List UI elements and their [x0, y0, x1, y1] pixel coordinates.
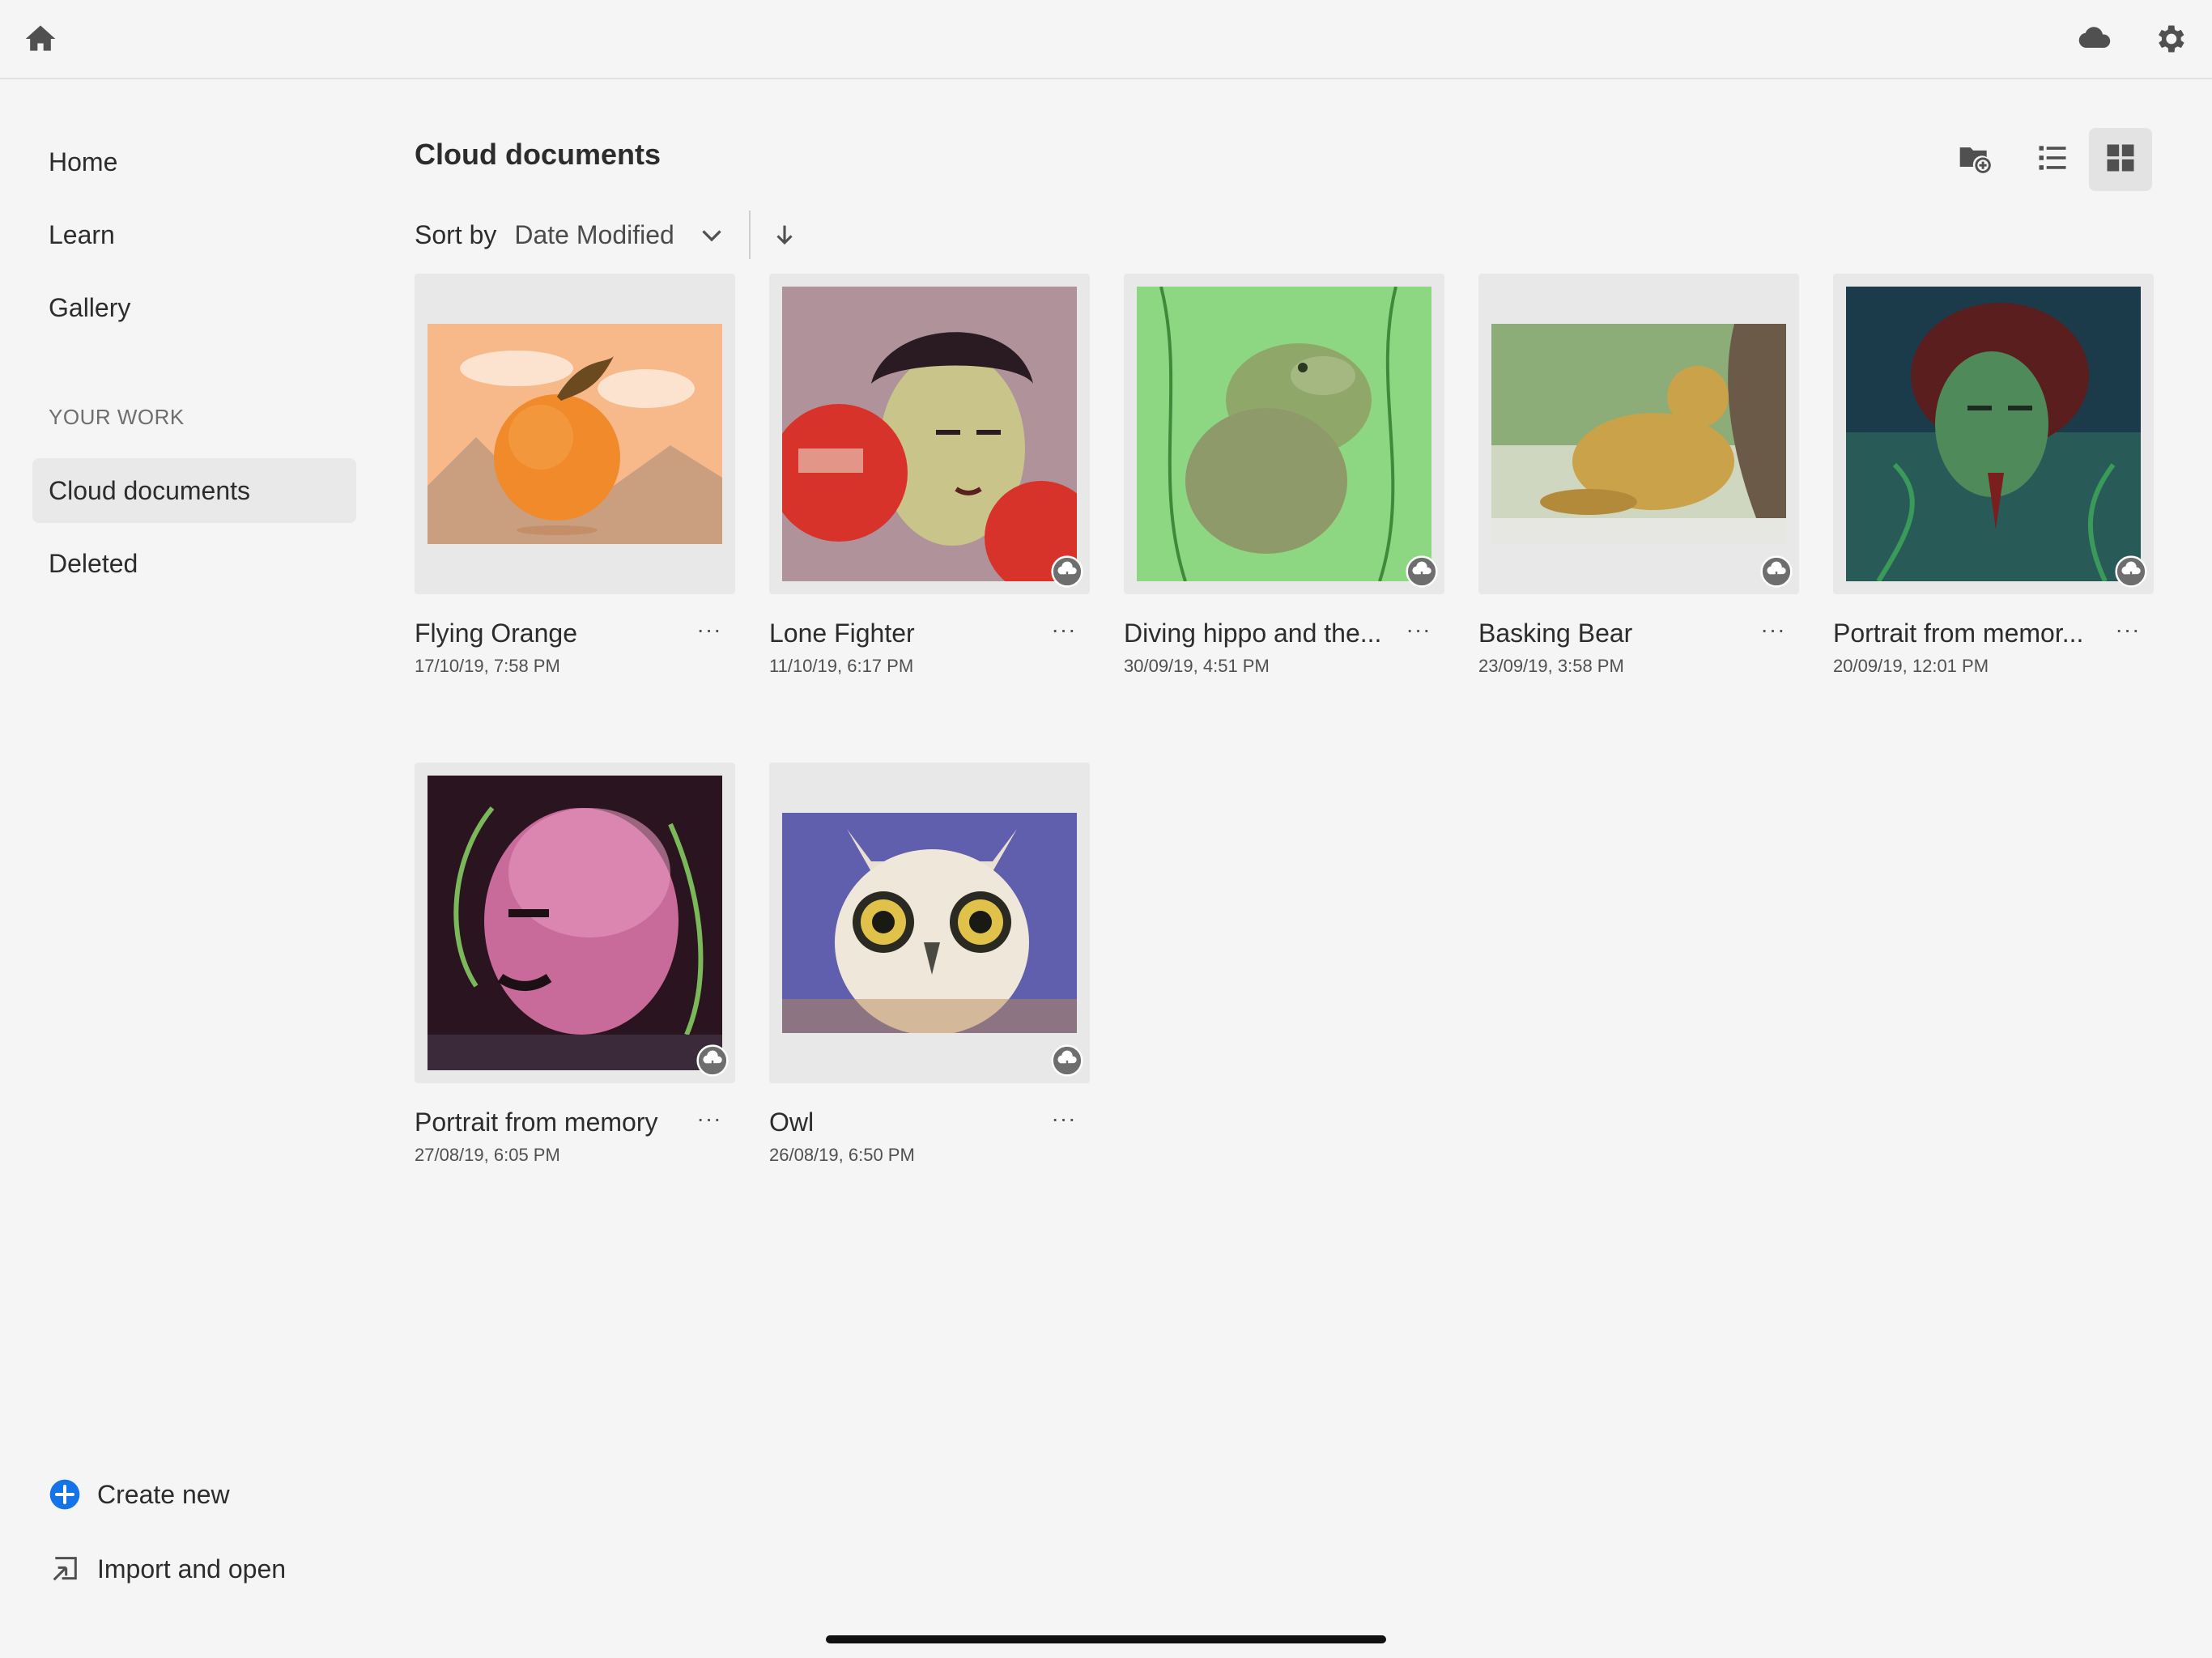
document-title: Basking Bear	[1478, 619, 1633, 648]
document-date: 20/09/19, 12:01 PM	[1833, 656, 1989, 676]
document-thumbnail[interactable]	[769, 274, 1090, 594]
section-label-your-work: YOUR WORK	[49, 405, 185, 429]
document-card[interactable]: Lone Fighter 11/10/19, 6:17 PM ···	[769, 274, 1090, 677]
plus-circle-icon	[49, 1478, 81, 1511]
artwork-diving-hippo	[1137, 287, 1431, 581]
create-new-label: Create new	[97, 1479, 230, 1509]
sidebar-item-cloud-documents[interactable]: Cloud documents	[32, 458, 356, 523]
document-card[interactable]: Diving hippo and the... 30/09/19, 4:51 P…	[1124, 274, 1444, 677]
cloud-badge-icon	[696, 1044, 729, 1077]
more-options-button[interactable]: ···	[1757, 614, 1789, 646]
sidebar-item-home[interactable]: Home	[32, 130, 356, 194]
more-options-button[interactable]: ···	[1402, 614, 1435, 646]
document-card[interactable]: Owl 26/08/19, 6:50 PM ···	[769, 763, 1090, 1166]
top-bar	[0, 0, 2212, 79]
document-title: Lone Fighter	[769, 619, 915, 648]
sidebar-item-learn[interactable]: Learn	[32, 202, 356, 267]
more-options-button[interactable]: ···	[693, 614, 725, 646]
cloud-badge-icon	[1051, 1044, 1083, 1077]
document-title: Diving hippo and the...	[1124, 619, 1382, 648]
artwork-flying-orange	[428, 324, 722, 544]
sort-dropdown[interactable]: Date Modified	[514, 220, 674, 250]
document-date: 30/09/19, 4:51 PM	[1124, 656, 1270, 676]
artwork-owl	[782, 813, 1077, 1033]
arrow-down-icon[interactable]	[768, 219, 801, 251]
cloud-badge-icon	[1760, 555, 1793, 588]
document-date: 27/08/19, 6:05 PM	[415, 1145, 560, 1165]
page-title: Cloud documents	[415, 138, 661, 171]
document-title: Portrait from memor...	[1833, 619, 2084, 648]
document-thumbnail[interactable]	[1478, 274, 1799, 594]
document-title: Owl	[769, 1107, 815, 1137]
artwork-portrait-green	[1846, 287, 2141, 581]
artwork-portrait-pink	[428, 776, 722, 1070]
artwork-lone-fighter	[782, 287, 1077, 581]
document-thumbnail[interactable]	[415, 274, 735, 594]
gear-icon[interactable]	[2150, 19, 2189, 58]
sidebar-item-label: Learn	[49, 220, 115, 249]
document-thumbnail[interactable]	[415, 763, 735, 1083]
document-title: Portrait from memory	[415, 1107, 658, 1137]
document-date: 23/09/19, 3:58 PM	[1478, 656, 1624, 676]
document-card[interactable]: Portrait from memor... 20/09/19, 12:01 P…	[1833, 274, 2154, 677]
document-title: Flying Orange	[415, 619, 577, 648]
more-options-button[interactable]: ···	[1048, 614, 1080, 646]
document-date: 26/08/19, 6:50 PM	[769, 1145, 915, 1165]
list-view-icon	[2035, 140, 2070, 180]
import-icon	[49, 1553, 81, 1585]
cloud-badge-icon	[1051, 555, 1083, 588]
sidebar-item-gallery[interactable]: Gallery	[32, 275, 356, 340]
sidebar: Home Learn Gallery YOUR WORK Cloud docum…	[0, 79, 381, 1658]
create-new-button[interactable]: Create new	[49, 1470, 230, 1519]
more-options-button[interactable]: ···	[693, 1103, 725, 1135]
import-and-open-button[interactable]: Import and open	[49, 1545, 286, 1593]
document-card[interactable]: Basking Bear 23/09/19, 3:58 PM ···	[1478, 274, 1799, 677]
sort-control: Sort by Date Modified	[415, 210, 801, 259]
import-and-open-label: Import and open	[97, 1554, 287, 1584]
new-folder-icon	[1957, 140, 1993, 180]
document-thumbnail[interactable]	[769, 763, 1090, 1083]
sidebar-item-label: Cloud documents	[49, 476, 251, 505]
sidebar-item-label: Gallery	[49, 293, 131, 322]
artwork-basking-bear	[1491, 324, 1786, 544]
sidebar-item-deleted[interactable]: Deleted	[32, 531, 356, 596]
document-thumbnail[interactable]	[1124, 274, 1444, 594]
home-indicator[interactable]	[826, 1635, 1386, 1643]
new-folder-button[interactable]	[1943, 128, 2006, 191]
home-icon[interactable]	[21, 19, 60, 58]
document-date: 11/10/19, 6:17 PM	[769, 656, 914, 676]
sort-label: Sort by	[415, 219, 497, 249]
cloud-badge-icon	[1406, 555, 1438, 588]
sidebar-item-label: Home	[49, 147, 118, 176]
more-options-button[interactable]: ···	[2112, 614, 2144, 646]
document-card[interactable]: Flying Orange 17/10/19, 7:58 PM ···	[415, 274, 735, 677]
document-date: 17/10/19, 7:58 PM	[415, 656, 560, 676]
cloud-badge-icon	[2115, 555, 2147, 588]
cloud-icon[interactable]	[2074, 19, 2113, 58]
grid-view-icon	[2103, 140, 2138, 180]
more-options-button[interactable]: ···	[1048, 1103, 1080, 1135]
chevron-down-icon[interactable]	[696, 219, 728, 251]
document-thumbnail[interactable]	[1833, 274, 2154, 594]
sidebar-item-label: Deleted	[49, 549, 138, 578]
grid-view-button[interactable]	[2089, 128, 2152, 191]
list-view-button[interactable]	[2021, 128, 2084, 191]
sort-divider	[748, 210, 751, 259]
document-card[interactable]: Portrait from memory 27/08/19, 6:05 PM ·…	[415, 763, 735, 1166]
